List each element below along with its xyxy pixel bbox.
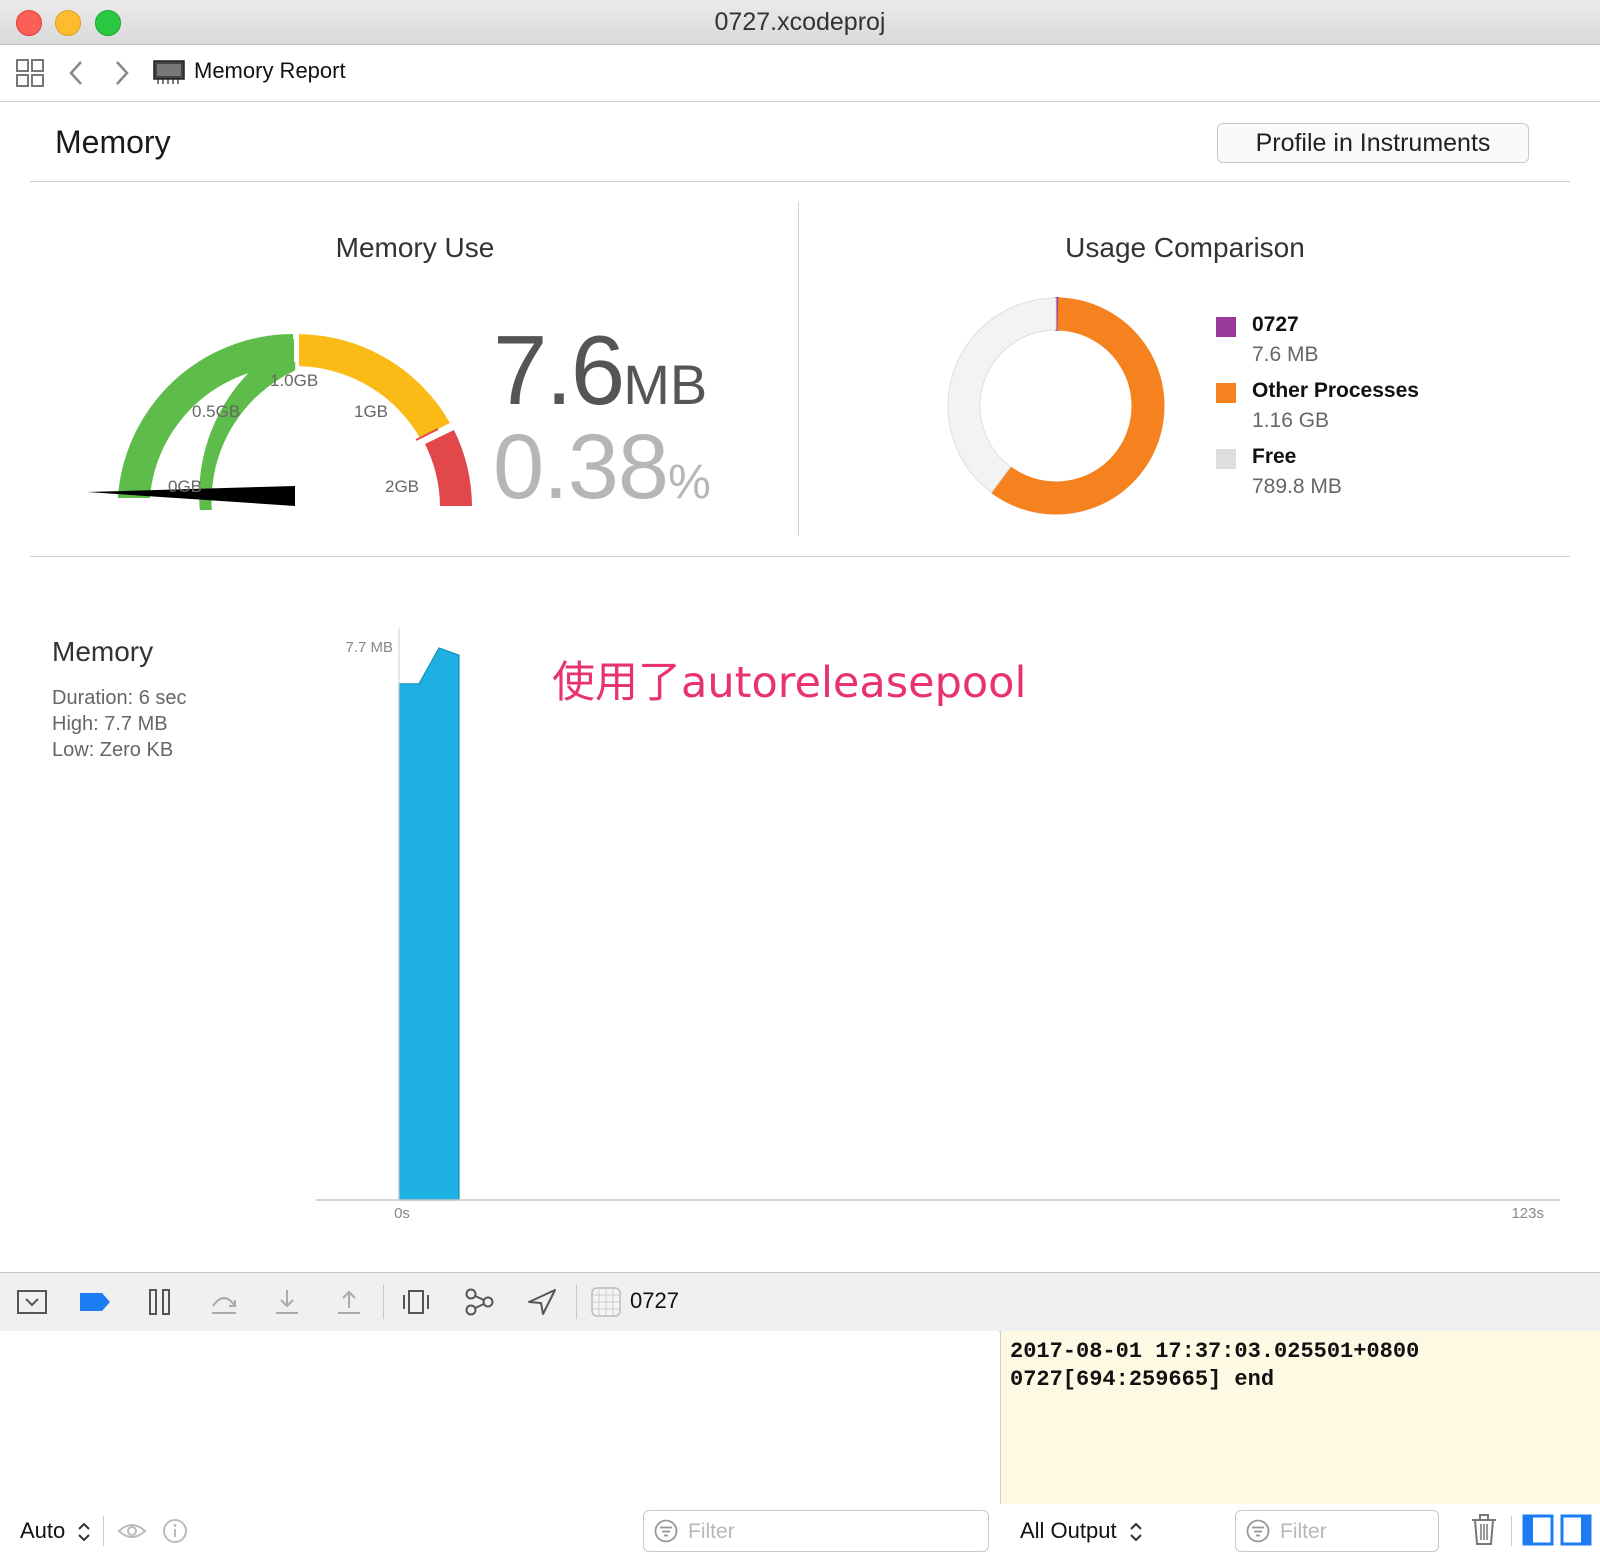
- console-output-value: All Output: [1020, 1518, 1117, 1543]
- memory-value: 7.6: [493, 315, 625, 425]
- y-axis-max-label: 7.7 MB: [345, 639, 393, 656]
- console-output-select[interactable]: All Output: [1020, 1518, 1143, 1544]
- usage-comparison-donut: [947, 296, 1165, 515]
- panel-divider: [798, 202, 799, 536]
- process-name[interactable]: 0727: [630, 1288, 679, 1314]
- memory-chip-icon: [153, 60, 185, 84]
- variables-scope-value: Auto: [20, 1518, 66, 1543]
- filter-icon: [654, 1519, 678, 1543]
- memory-use-title: Memory Use: [335, 232, 495, 263]
- graph-title: Memory: [52, 636, 154, 667]
- legend-value-other: 1.16 GB: [1252, 409, 1330, 432]
- bottom-separator: [1511, 1516, 1512, 1546]
- graph-low: Low: Zero KB: [52, 739, 174, 761]
- memory-use-gauge: 0GB 0.5GB 1.0GB 1GB 2GB: [87, 330, 472, 510]
- gauge-label-0-5gb: 0.5GB: [192, 402, 240, 421]
- variables-scope-select[interactable]: Auto: [20, 1518, 91, 1544]
- filter-icon: [1246, 1519, 1270, 1543]
- related-items-grid-icon[interactable]: [16, 59, 44, 87]
- memory-graph: 7.7 MB 0s 123s: [316, 628, 1560, 1220]
- back-chevron-icon[interactable]: [66, 59, 86, 87]
- legend-value-0727: 7.6 MB: [1252, 343, 1319, 366]
- gauge-label-1-0gb: 1.0GB: [270, 371, 318, 390]
- hide-debug-area-icon[interactable]: [16, 1287, 48, 1317]
- bottom-separator: [103, 1516, 104, 1546]
- variables-filter-field[interactable]: [643, 1510, 989, 1552]
- window-titlebar: 0727.xcodeproj: [0, 0, 1600, 45]
- memory-unit: MB: [623, 353, 708, 416]
- pause-icon[interactable]: [144, 1287, 176, 1317]
- memory-percent-readout: 0.38%: [493, 415, 711, 520]
- forward-chevron-icon[interactable]: [112, 59, 132, 87]
- legend-name-other: Other Processes: [1252, 379, 1419, 402]
- breadcrumb-memory-report[interactable]: Memory Report: [194, 58, 346, 84]
- donut-slice-free: [947, 297, 1057, 494]
- panel-bottom-divider: [30, 556, 1570, 557]
- debug-separator: [576, 1285, 577, 1319]
- graph-high: High: 7.7 MB: [52, 713, 168, 735]
- updown-chevron-icon: [78, 1522, 91, 1542]
- gauge-label-1gb: 1GB: [354, 402, 388, 421]
- memory-usage-area: [398, 647, 460, 1201]
- step-into-icon[interactable]: [271, 1287, 303, 1317]
- show-console-pane-icon[interactable]: [1560, 1514, 1592, 1546]
- profile-in-instruments-button[interactable]: Profile in Instruments: [1217, 123, 1529, 163]
- trash-icon[interactable]: [1470, 1514, 1498, 1546]
- graph-duration: Duration: 6 sec: [52, 687, 187, 709]
- debug-separator: [383, 1285, 384, 1319]
- x-axis-end-label: 123s: [1511, 1205, 1544, 1220]
- memory-percent: 0.38: [493, 416, 669, 518]
- step-over-icon[interactable]: [208, 1287, 240, 1317]
- memory-value-readout: 7.6MB: [493, 314, 707, 427]
- legend-swatch-0727: [1216, 317, 1236, 337]
- console-filter-field[interactable]: [1235, 1510, 1439, 1552]
- window-title: 0727.xcodeproj: [714, 8, 886, 36]
- simulate-location-icon[interactable]: [526, 1287, 558, 1317]
- x-axis-start-label: 0s: [394, 1205, 410, 1220]
- variables-filter-input[interactable]: [686, 1519, 931, 1545]
- view-hierarchy-icon[interactable]: [400, 1287, 432, 1317]
- console-log-text[interactable]: 2017-08-01 17:37:03.025501+0800 0727[694…: [1010, 1338, 1580, 1394]
- console-filter-input[interactable]: [1278, 1519, 1424, 1545]
- navigation-bar: Memory Report: [0, 45, 1600, 102]
- debug-bar: 0727: [0, 1272, 1600, 1332]
- info-icon[interactable]: [162, 1518, 188, 1544]
- section-title: Memory: [55, 124, 171, 160]
- gauge-label-0gb: 0GB: [168, 477, 202, 496]
- gauge-label-2gb: 2GB: [385, 477, 419, 496]
- legend-value-free: 789.8 MB: [1252, 475, 1342, 498]
- usage-comparison-title: Usage Comparison: [1065, 232, 1305, 263]
- memory-graph-icon[interactable]: [463, 1287, 495, 1317]
- header-divider: [30, 181, 1570, 182]
- updown-chevron-icon: [1130, 1522, 1142, 1542]
- legend-swatch-free: [1216, 449, 1236, 469]
- breakpoints-toggle-icon[interactable]: [79, 1287, 111, 1317]
- legend-name-0727: 0727: [1252, 313, 1299, 336]
- legend-swatch-other: [1216, 383, 1236, 403]
- memory-percent-sign: %: [668, 456, 711, 509]
- step-out-icon[interactable]: [333, 1287, 365, 1317]
- eye-icon[interactable]: [117, 1520, 147, 1542]
- legend-name-free: Free: [1252, 445, 1297, 468]
- show-variables-pane-icon[interactable]: [1522, 1514, 1554, 1546]
- app-process-icon: [590, 1287, 622, 1317]
